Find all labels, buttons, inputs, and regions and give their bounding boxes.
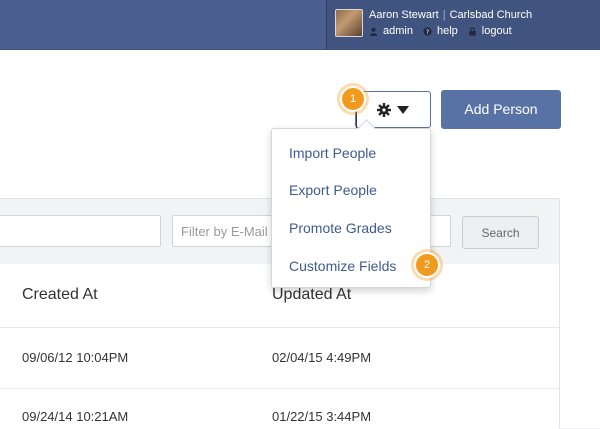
- column-header-updated-at[interactable]: Updated At: [272, 286, 351, 304]
- church-name[interactable]: Carlsbad Church: [450, 9, 533, 21]
- avatar[interactable]: [335, 9, 363, 37]
- table-row[interactable]: 09/06/12 10:04PM 02/04/15 4:49PM: [0, 328, 559, 389]
- add-person-button[interactable]: Add Person: [441, 90, 561, 129]
- menu-item-export-people[interactable]: Export People: [272, 173, 430, 207]
- created-at-cell: 09/24/14 10:21AM: [22, 409, 129, 424]
- svg-text:?: ?: [426, 29, 429, 36]
- menu-item-promote-grades[interactable]: Promote Grades: [272, 211, 430, 245]
- name-filter-input[interactable]: [0, 215, 161, 247]
- admin-link[interactable]: admin: [383, 25, 413, 37]
- user-links: admin ? help logout: [369, 25, 522, 37]
- lock-icon: [469, 26, 476, 36]
- updated-at-cell: 01/22/15 3:44PM: [272, 409, 372, 424]
- table-row[interactable]: 09/24/14 10:21AM 01/22/15 3:44PM: [0, 389, 559, 429]
- user-name[interactable]: Aaron Stewart: [369, 9, 439, 21]
- user-identity: Aaron Stewart | Carlsbad Church: [369, 9, 532, 21]
- top-navigation-bar: Aaron Stewart | Carlsbad Church admin ? he…: [0, 0, 600, 50]
- menu-item-import-people[interactable]: Import People: [272, 136, 430, 170]
- logout-link[interactable]: logout: [482, 25, 512, 37]
- gear-icon: [377, 103, 391, 117]
- menu-item-customize-fields[interactable]: Customize Fields: [272, 249, 430, 283]
- created-at-cell: 09/06/12 10:04PM: [22, 350, 129, 365]
- table-right-border: [559, 198, 560, 428]
- search-button[interactable]: Search: [462, 216, 539, 249]
- step-badge-1: 1: [340, 86, 366, 112]
- actions-dropdown-menu: Import People Export People Promote Grad…: [271, 119, 431, 288]
- help-icon: ?: [423, 26, 432, 36]
- user-icon: [369, 27, 378, 36]
- help-link[interactable]: help: [437, 25, 458, 37]
- user-menu: Aaron Stewart | Carlsbad Church admin ? he…: [326, 0, 600, 49]
- caret-down-icon: [397, 106, 409, 114]
- step-badge-2: 2: [414, 252, 440, 278]
- updated-at-cell: 02/04/15 4:49PM: [272, 350, 372, 365]
- column-header-created-at[interactable]: Created At: [22, 286, 98, 304]
- separator: |: [442, 9, 446, 21]
